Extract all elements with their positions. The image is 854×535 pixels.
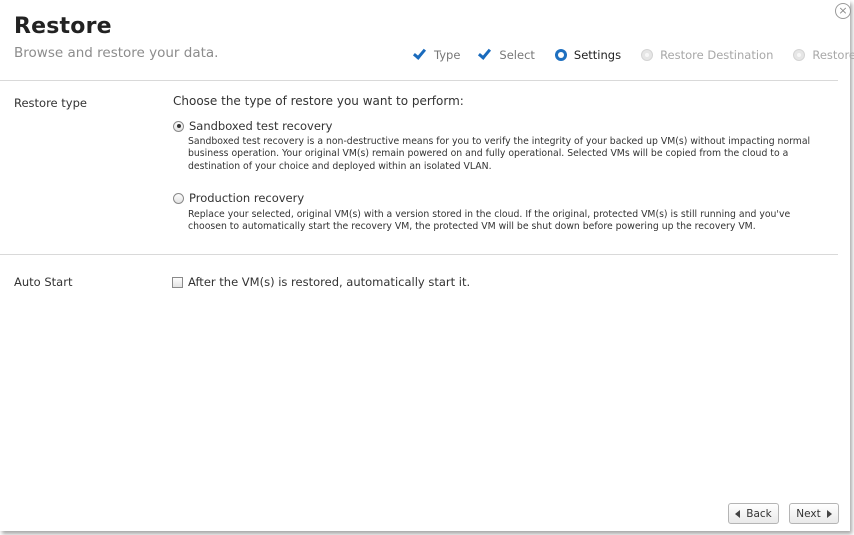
restore-type-heading: Choose the type of restore you want to p… [173,94,464,108]
back-button[interactable]: Back [728,503,779,524]
restore-type-label: Restore type [14,96,87,110]
header-divider [0,80,838,81]
chevron-right-icon [826,509,832,518]
step-label: Select [499,48,535,62]
sandboxed-recovery-description: Sandboxed test recovery is a non-destruc… [188,136,811,172]
check-icon [412,46,428,62]
production-recovery-radio[interactable] [173,192,184,204]
step-label: Restore [812,48,854,62]
sandboxed-recovery-label[interactable]: Sandboxed test recovery [189,119,332,133]
pending-step-icon [640,48,654,62]
check-icon [478,46,493,62]
close-icon[interactable]: × [835,3,851,19]
wizard-steps: Type Select Settings Restore Destination… [412,46,854,64]
auto-start-checkbox-label[interactable]: After the VM(s) is restored, automatical… [188,275,470,289]
step-label: Type [434,48,461,62]
page-title: Restore [14,14,112,39]
step-restore-destination: Restore Destination [640,48,773,62]
page-subtitle: Browse and restore your data. [14,45,219,61]
production-recovery-description: Replace your selected, original VM(s) wi… [188,209,791,233]
sandboxed-recovery-option[interactable]: Sandboxed test recovery [173,119,332,133]
restore-dialog: × Restore Browse and restore your data. … [0,0,854,531]
step-settings: Settings [554,48,621,62]
pending-step-icon [792,48,806,62]
step-label: Restore Destination [660,48,774,62]
step-restore: Restore [792,48,854,62]
production-recovery-option[interactable]: Production recovery [173,191,304,205]
production-recovery-label[interactable]: Production recovery [189,191,304,205]
auto-start-checkbox[interactable] [172,276,183,288]
sandboxed-recovery-radio[interactable] [173,120,184,132]
current-step-icon [554,48,568,62]
step-label: Settings [573,48,622,62]
step-select: Select [478,46,535,62]
chevron-left-icon [735,509,741,518]
step-type: Type [412,46,461,62]
auto-start-label: Auto Start [14,275,73,289]
section-divider [0,254,838,255]
next-button-label: Next [796,507,821,520]
next-button[interactable]: Next [789,503,839,524]
auto-start-option[interactable]: After the VM(s) is restored, automatical… [172,275,470,289]
back-button-label: Back [746,507,772,520]
